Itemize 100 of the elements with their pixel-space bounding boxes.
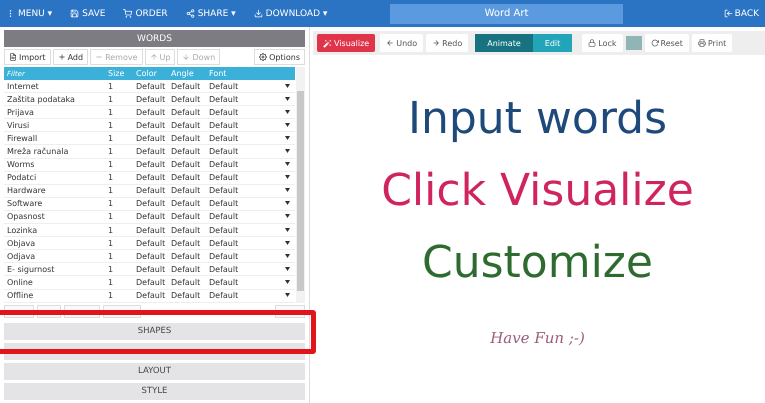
table-cell-text: Virusi bbox=[6, 120, 30, 130]
menu-item[interactable]: SAVE bbox=[70, 8, 106, 18]
dropdown-caret-icon[interactable] bbox=[285, 201, 290, 206]
table-cell-text: 1 bbox=[107, 226, 114, 235]
table-cell-text: Default bbox=[208, 252, 240, 261]
table-cell-text: Mreža računala bbox=[6, 147, 70, 156]
table-cell-text: Default bbox=[135, 94, 166, 104]
table-cell-text: Default bbox=[135, 238, 166, 248]
menu-item[interactable]: ORDER bbox=[123, 8, 168, 18]
table-cell-text: Internet bbox=[6, 82, 40, 91]
dropdown-caret-icon[interactable] bbox=[285, 293, 290, 298]
add-button[interactable]: Add bbox=[52, 49, 88, 65]
reset-button[interactable]: Reset bbox=[644, 34, 689, 52]
table-cell-text: Default bbox=[170, 108, 202, 117]
table-cell-text: Default bbox=[208, 108, 240, 117]
dropdown-caret-icon[interactable] bbox=[285, 122, 290, 127]
table-cell-text: 1 bbox=[107, 291, 114, 300]
table-cell-text: Default bbox=[170, 291, 202, 300]
dropdown-caret-icon[interactable] bbox=[285, 149, 290, 154]
table-cell-text: 1 bbox=[107, 82, 114, 91]
table-cell-text: Default bbox=[208, 134, 240, 143]
table-cell-text: Default bbox=[208, 212, 240, 222]
table-cell-text: Default bbox=[170, 238, 202, 248]
table-cell-text: 1 bbox=[107, 173, 114, 182]
table-cell-text: Default bbox=[135, 264, 166, 274]
dropdown-caret-icon[interactable] bbox=[285, 228, 290, 232]
table-cell-text: Opasnost bbox=[6, 212, 46, 222]
add-icon bbox=[58, 53, 66, 61]
arrow-left-icon bbox=[386, 39, 394, 47]
lock-icon bbox=[588, 39, 596, 47]
redo-button[interactable]: Redo bbox=[426, 34, 468, 52]
table-cell-text: Default bbox=[135, 134, 166, 143]
color-swatch[interactable] bbox=[626, 36, 642, 50]
menu-item[interactable]: SHARE ▾ bbox=[186, 8, 236, 18]
options-button[interactable]: Options bbox=[254, 49, 305, 65]
table-cell-text: Default bbox=[170, 186, 202, 196]
table-cell-text: 1 bbox=[107, 212, 114, 222]
table-cell-text: Default bbox=[135, 226, 166, 235]
menu-item[interactable]: DOWNLOAD ▾ bbox=[254, 8, 328, 18]
dropdown-caret-icon[interactable] bbox=[285, 240, 290, 245]
table-cell-text: Default bbox=[208, 264, 240, 274]
scrollbar[interactable] bbox=[296, 67, 305, 303]
printer-icon bbox=[698, 39, 706, 47]
table-cell-text: Default bbox=[170, 147, 202, 156]
dropdown-caret-icon[interactable] bbox=[285, 96, 290, 101]
table-cell-text: Odjava bbox=[6, 252, 36, 261]
table-cell-text: Default bbox=[170, 94, 202, 104]
exit-icon bbox=[724, 9, 733, 18]
dropdown-caret-icon[interactable] bbox=[285, 266, 290, 271]
table-cell-text: Default bbox=[208, 278, 240, 287]
column-header: Size bbox=[107, 69, 126, 78]
table-cell-text: Default bbox=[135, 120, 166, 130]
table-cell-text: Default bbox=[170, 264, 202, 274]
lock-button[interactable]: Lock bbox=[582, 34, 623, 52]
mode-tab[interactable]: Edit bbox=[532, 34, 572, 52]
table-cell-text: Default bbox=[170, 252, 202, 261]
dropdown-caret-icon[interactable] bbox=[285, 254, 290, 258]
table-cell-text: 1 bbox=[107, 199, 114, 208]
table-cell-text: Default bbox=[208, 186, 240, 196]
menu-item[interactable]: MENU ▾ bbox=[6, 8, 52, 18]
dropdown-caret-icon[interactable] bbox=[285, 175, 290, 180]
table-cell-text: Default bbox=[135, 82, 166, 91]
table-cell-text: Podatci bbox=[6, 173, 38, 182]
table-cell-text: 1 bbox=[107, 160, 114, 170]
dropdown-caret-icon[interactable] bbox=[285, 214, 290, 218]
table-cell-text: Default bbox=[208, 147, 240, 156]
title-field[interactable]: Word Art bbox=[390, 4, 623, 24]
table-cell-text: Worms bbox=[6, 160, 36, 170]
word-art-text: Have Fun ;-) bbox=[490, 329, 585, 347]
table-cell-text: 1 bbox=[107, 147, 114, 156]
section-button[interactable]: STYLE bbox=[4, 382, 305, 400]
table-cell-text: 1 bbox=[107, 264, 114, 274]
mode-tab[interactable]: Animate bbox=[475, 34, 533, 52]
back-link[interactable]: BACK bbox=[724, 8, 759, 18]
import-button[interactable]: Import bbox=[4, 49, 51, 65]
word-art-text: Customize bbox=[422, 241, 653, 290]
section-button[interactable]: LAYOUT bbox=[4, 362, 305, 380]
dropdown-caret-icon[interactable] bbox=[285, 162, 290, 166]
table-cell-text: 1 bbox=[107, 252, 114, 261]
settings-icon bbox=[259, 53, 268, 61]
magic-wand-icon bbox=[323, 38, 332, 48]
dropdown-caret-icon[interactable] bbox=[285, 188, 290, 192]
visualize-button[interactable]: Visualize bbox=[317, 34, 376, 52]
table-cell-text: Default bbox=[135, 147, 166, 156]
print-button[interactable]: Print bbox=[692, 34, 732, 52]
table-cell-text: 1 bbox=[107, 108, 114, 117]
table-cell-text: Default bbox=[208, 120, 240, 130]
dropdown-caret-icon[interactable] bbox=[285, 84, 290, 88]
section-button[interactable]: SHAPES bbox=[4, 322, 305, 340]
download-icon bbox=[254, 9, 263, 18]
table-cell-text: Default bbox=[170, 173, 202, 182]
dropdown-caret-icon[interactable] bbox=[285, 136, 290, 140]
table-cell-text: Default bbox=[135, 212, 166, 222]
table-cell-text: 1 bbox=[107, 238, 114, 248]
dropdown-caret-icon[interactable] bbox=[285, 110, 290, 114]
table-cell-text: 1 bbox=[107, 186, 114, 196]
table-cell-text: Online bbox=[6, 278, 34, 287]
dropdown-caret-icon[interactable] bbox=[285, 280, 290, 284]
undo-button[interactable]: Undo bbox=[380, 34, 424, 52]
table-cell-text: Default bbox=[170, 226, 202, 235]
